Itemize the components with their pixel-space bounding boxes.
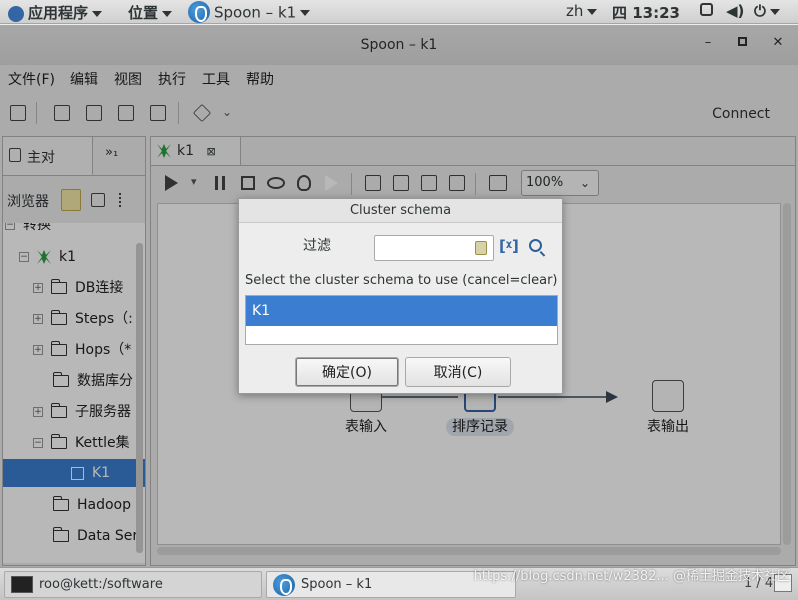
active-app-label: Spoon – k1 bbox=[214, 3, 297, 22]
dialog-title: Cluster schema bbox=[239, 199, 562, 223]
chevron-down-icon bbox=[92, 10, 103, 17]
top-panel: 应用程序 位置 Spoon – k1 zh 四 13:23 ◀) ⏻ bbox=[0, 0, 798, 24]
taskbar-terminal-label: roo@kett:/software bbox=[39, 577, 163, 592]
active-app-menu[interactable]: Spoon – k1 bbox=[188, 1, 311, 24]
list-item[interactable]: K1 bbox=[246, 296, 557, 326]
watermark: https://blog.csdn.net/w2382... @稀土掘金技术社区 bbox=[473, 569, 790, 584]
window-list-icon[interactable] bbox=[700, 2, 713, 20]
clock[interactable]: 四 13:23 bbox=[612, 2, 680, 23]
lock-icon bbox=[475, 241, 487, 255]
filter-label: 过滤 bbox=[303, 238, 331, 254]
taskbar-terminal[interactable]: roo@kett:/software bbox=[4, 571, 262, 598]
power-icon[interactable]: ⏻ bbox=[754, 2, 780, 20]
apps-menu[interactable]: 应用程序 bbox=[8, 2, 103, 23]
terminal-icon bbox=[11, 576, 33, 593]
apps-menu-label: 应用程序 bbox=[28, 4, 89, 22]
cluster-schema-list[interactable]: K1 bbox=[245, 295, 558, 345]
input-method-menu[interactable]: zh bbox=[566, 2, 598, 20]
places-menu-label: 位置 bbox=[128, 4, 159, 22]
regex-icon[interactable]: [ᵡ] bbox=[499, 237, 519, 255]
clock-label: 四 13:23 bbox=[612, 4, 680, 22]
cancel-button[interactable]: 取消(C) bbox=[405, 357, 511, 387]
spoon-logo-icon bbox=[188, 1, 210, 23]
chevron-down-icon bbox=[587, 8, 598, 15]
places-menu[interactable]: 位置 bbox=[128, 2, 173, 23]
taskbar-spoon-label: Spoon – k1 bbox=[301, 577, 373, 592]
input-method-label: zh bbox=[566, 2, 584, 20]
search-icon[interactable] bbox=[529, 239, 546, 257]
volume-icon[interactable]: ◀) bbox=[726, 2, 744, 20]
chevron-down-icon bbox=[769, 8, 780, 15]
cluster-schema-dialog: Cluster schema 过滤 [ᵡ] Select the cluster… bbox=[238, 198, 563, 394]
ok-button[interactable]: 确定(O) bbox=[295, 357, 399, 387]
chevron-down-icon bbox=[300, 10, 311, 16]
dialog-prompt: Select the cluster schema to use (cancel… bbox=[245, 273, 558, 288]
apps-icon bbox=[8, 5, 24, 22]
chevron-down-icon bbox=[162, 10, 173, 17]
spoon-logo-icon bbox=[273, 574, 295, 596]
